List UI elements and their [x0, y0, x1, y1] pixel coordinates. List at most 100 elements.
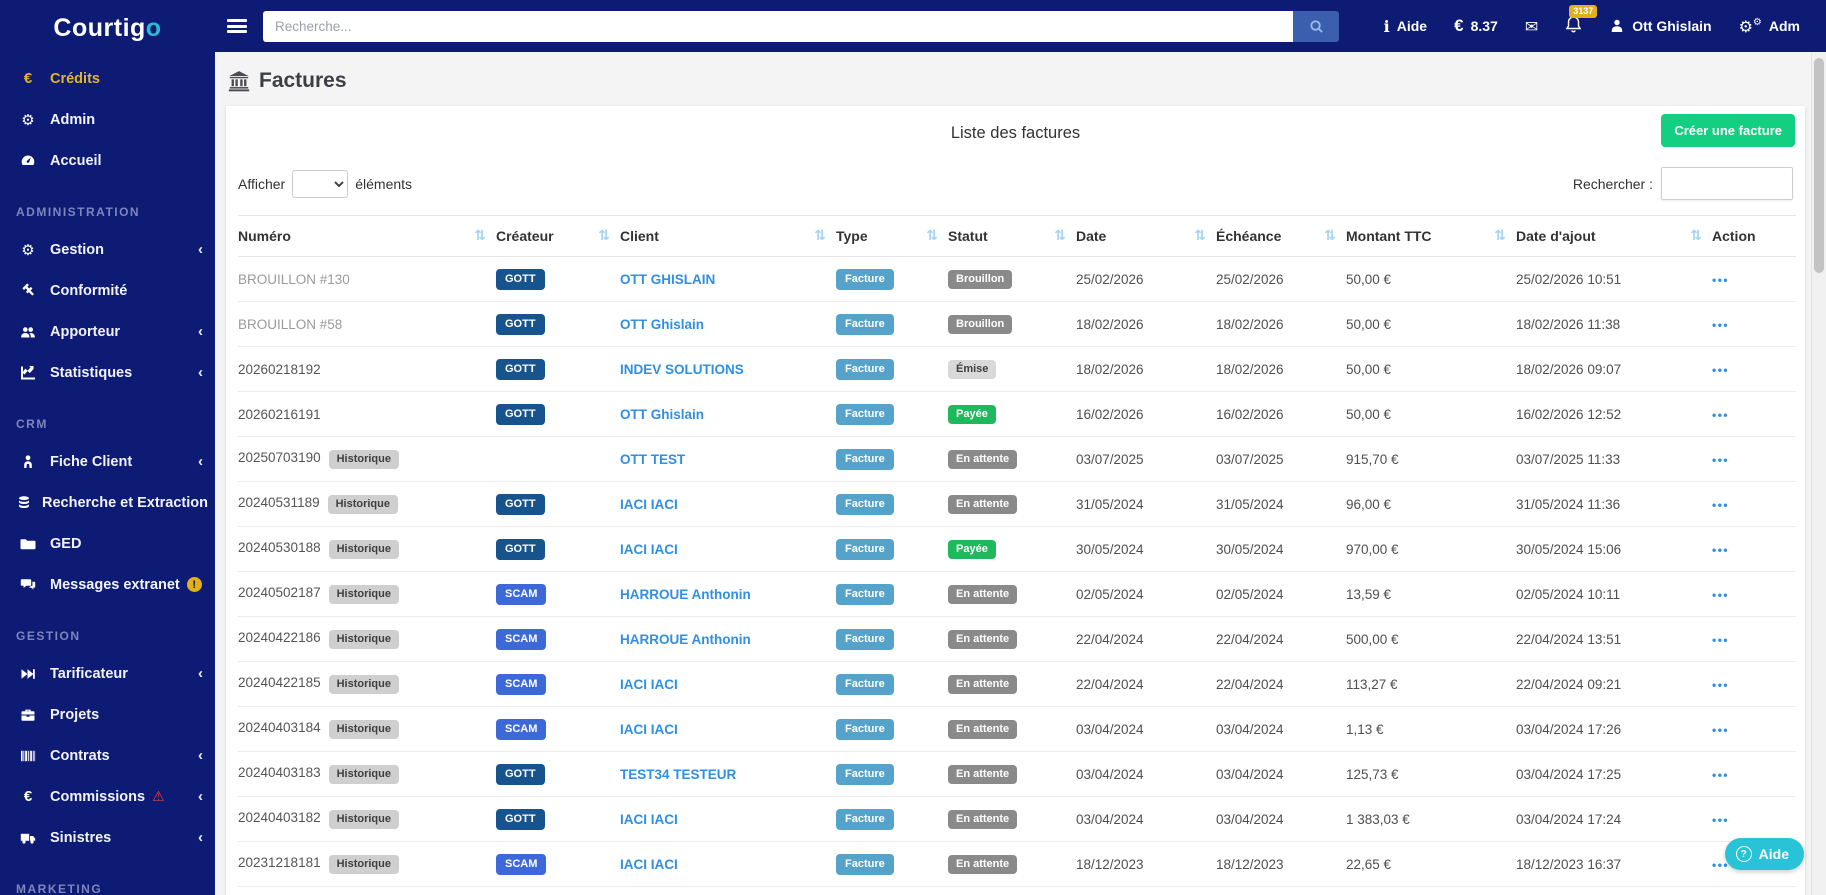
row-actions-button[interactable]: ••• [1712, 678, 1729, 692]
sidebar-item-credits[interactable]: € Crédits [0, 58, 215, 99]
cell-action: ••• [1712, 886, 1796, 895]
column-header-echeance[interactable]: Échéance ⇅ [1216, 215, 1346, 257]
row-actions-button[interactable]: ••• [1712, 813, 1729, 827]
notifications-menu[interactable]: 3137 [1565, 4, 1598, 38]
help-fab-button[interactable]: ? Aide [1724, 838, 1804, 870]
client-link[interactable]: OTT TEST [620, 452, 685, 467]
cell-date-ajout: 31/05/2024 11:36 [1516, 481, 1712, 527]
table-row: 20240502187 Historique SCAM HARROUE Anthoni… [238, 571, 1796, 617]
column-header-statut[interactable]: Statut ⇅ [948, 215, 1076, 257]
row-actions-button[interactable]: ••• [1712, 453, 1729, 467]
topbar-actions: i Aide € 8.37 ✉ 3137 Ott Ghislain ⚙⚙ Adm [1384, 4, 1826, 38]
global-search-input[interactable] [263, 10, 1293, 42]
client-link[interactable]: INDEV SOLUTIONS [620, 362, 744, 377]
sidebar-item-projets[interactable]: Projets [0, 694, 215, 735]
column-label: Numéro [238, 228, 291, 244]
column-header-date[interactable]: Date ⇅ [1076, 215, 1216, 257]
client-link[interactable]: TEST34 TESTEUR [620, 767, 736, 782]
client-link[interactable]: HARROUE Anthonin [620, 632, 751, 647]
table-row: 20240531189 Historique GOTT IACI IACI Factur… [238, 481, 1796, 527]
client-link[interactable]: IACI IACI [620, 722, 678, 737]
page-length-select[interactable] [292, 169, 349, 198]
sidebar-item-messages-extranet[interactable]: Messages extranet! [0, 564, 215, 605]
sidebar-item-contrats[interactable]: Contrats ‹ [0, 735, 215, 776]
column-header-montant-ttc[interactable]: Montant TTC ⇅ [1346, 215, 1516, 257]
row-actions-button[interactable]: ••• [1712, 273, 1729, 287]
create-invoice-button[interactable]: Créer une facture [1661, 114, 1795, 147]
column-header-client[interactable]: Client ⇅ [620, 215, 836, 257]
column-header-date-d-ajout[interactable]: Date d'ajout ⇅ [1516, 215, 1712, 257]
admin-label: Adm [1768, 18, 1800, 34]
cell-client: INDEV SOLUTIONS [620, 346, 836, 392]
row-actions-button[interactable]: ••• [1712, 723, 1729, 737]
column-label: Statut [948, 228, 988, 244]
sidebar-item-recherche-et-extraction[interactable]: Recherche et Extraction [0, 482, 215, 523]
creator-badge: GOTT [496, 808, 545, 830]
row-actions-button[interactable]: ••• [1712, 543, 1729, 557]
client-link[interactable]: IACI IACI [620, 677, 678, 692]
sidebar-item-statistiques[interactable]: Statistiques ‹ [0, 352, 215, 393]
creator-badge: GOTT [496, 763, 545, 785]
invoice-number: BROUILLON #58 [238, 316, 343, 332]
sort-icon: ⇅ [474, 228, 486, 244]
cell-createur: SCAM [496, 661, 620, 707]
sidebar-item-label: Conformité [50, 282, 128, 299]
row-actions-button[interactable]: ••• [1712, 768, 1729, 782]
client-link[interactable]: IACI IACI [620, 542, 678, 557]
client-link[interactable]: HARROUE Anthonin [620, 587, 751, 602]
cell-montant: 113,27 € [1346, 886, 1516, 895]
cell-client: OTT GHISLAIN [620, 256, 836, 302]
client-link[interactable]: IACI IACI [620, 812, 678, 827]
sidebar-item-conformite[interactable]: Conformité [0, 270, 215, 311]
sidebar-item-sinistres[interactable]: Sinistres ‹ [0, 817, 215, 858]
cell-statut: Brouillon [948, 256, 1076, 302]
client-link[interactable]: OTT Ghislain [620, 317, 704, 332]
chevron-left-icon: ‹ [198, 241, 203, 258]
client-link[interactable]: IACI IACI [620, 497, 678, 512]
cell-type: Facture [836, 571, 948, 617]
cell-numero: 20240422186 Historique [238, 616, 496, 662]
cell-numero: 20260218192 [238, 346, 496, 392]
cell-type: Facture [836, 301, 948, 347]
sidebar-item-ged[interactable]: GED [0, 523, 215, 564]
cell-numero: 20240530188 Historique [238, 526, 496, 572]
row-actions-button[interactable]: ••• [1712, 408, 1729, 422]
sidebar-item-gestion[interactable]: ⚙ Gestion ‹ [0, 229, 215, 270]
client-link[interactable]: OTT GHISLAIN [620, 272, 715, 287]
messages-menu[interactable]: ✉ [1525, 17, 1538, 36]
cell-client: OTT TEST [620, 436, 836, 482]
sidebar-item-admin[interactable]: ⚙ Admin [0, 99, 215, 140]
sidebar-item-accueil[interactable]: Accueil [0, 140, 215, 181]
sidebar-item-tarificateur[interactable]: Tarificateur ‹ [0, 653, 215, 694]
column-header-createur[interactable]: Créateur ⇅ [496, 215, 620, 257]
row-actions-button[interactable]: ••• [1712, 633, 1729, 647]
creator-badge: GOTT [496, 538, 545, 560]
app-logo[interactable]: Courtig o [0, 0, 215, 56]
sidebar-item-fiche-client[interactable]: Fiche Client ‹ [0, 441, 215, 482]
row-actions-button[interactable]: ••• [1712, 588, 1729, 602]
user-menu[interactable]: Ott Ghislain [1609, 18, 1712, 34]
client-link[interactable]: IACI IACI [620, 857, 678, 872]
column-header-type[interactable]: Type ⇅ [836, 215, 948, 257]
credits-balance[interactable]: € 8.37 [1454, 16, 1498, 36]
client-link[interactable]: OTT Ghislain [620, 407, 704, 422]
row-actions-button[interactable]: ••• [1712, 318, 1729, 332]
help-menu[interactable]: i Aide [1384, 17, 1427, 36]
sidebar-section-gestion: GESTION [16, 629, 81, 643]
cell-numero: BROUILLON #130 [238, 256, 496, 302]
column-header-numero[interactable]: Numéro ⇅ [238, 215, 496, 257]
row-actions-button[interactable]: ••• [1712, 498, 1729, 512]
global-search-button[interactable] [1293, 10, 1339, 42]
admin-menu[interactable]: ⚙⚙ Adm [1739, 17, 1800, 36]
bank-icon [228, 70, 250, 92]
table-search-input[interactable] [1661, 167, 1793, 200]
row-actions-button[interactable]: ••• [1712, 363, 1729, 377]
invoice-number: BROUILLON #130 [238, 271, 350, 287]
historique-badge: Historique [328, 764, 399, 784]
cell-statut: Émise [948, 346, 1076, 392]
sidebar-item-apporteur[interactable]: Apporteur ‹ [0, 311, 215, 352]
menu-toggle-icon[interactable] [227, 19, 247, 33]
scrollbar-thumb[interactable] [1814, 58, 1824, 273]
sidebar-item-commissions[interactable]: € Commissions ⚠ ‹ [0, 776, 215, 817]
historique-badge: Historique [328, 809, 399, 829]
